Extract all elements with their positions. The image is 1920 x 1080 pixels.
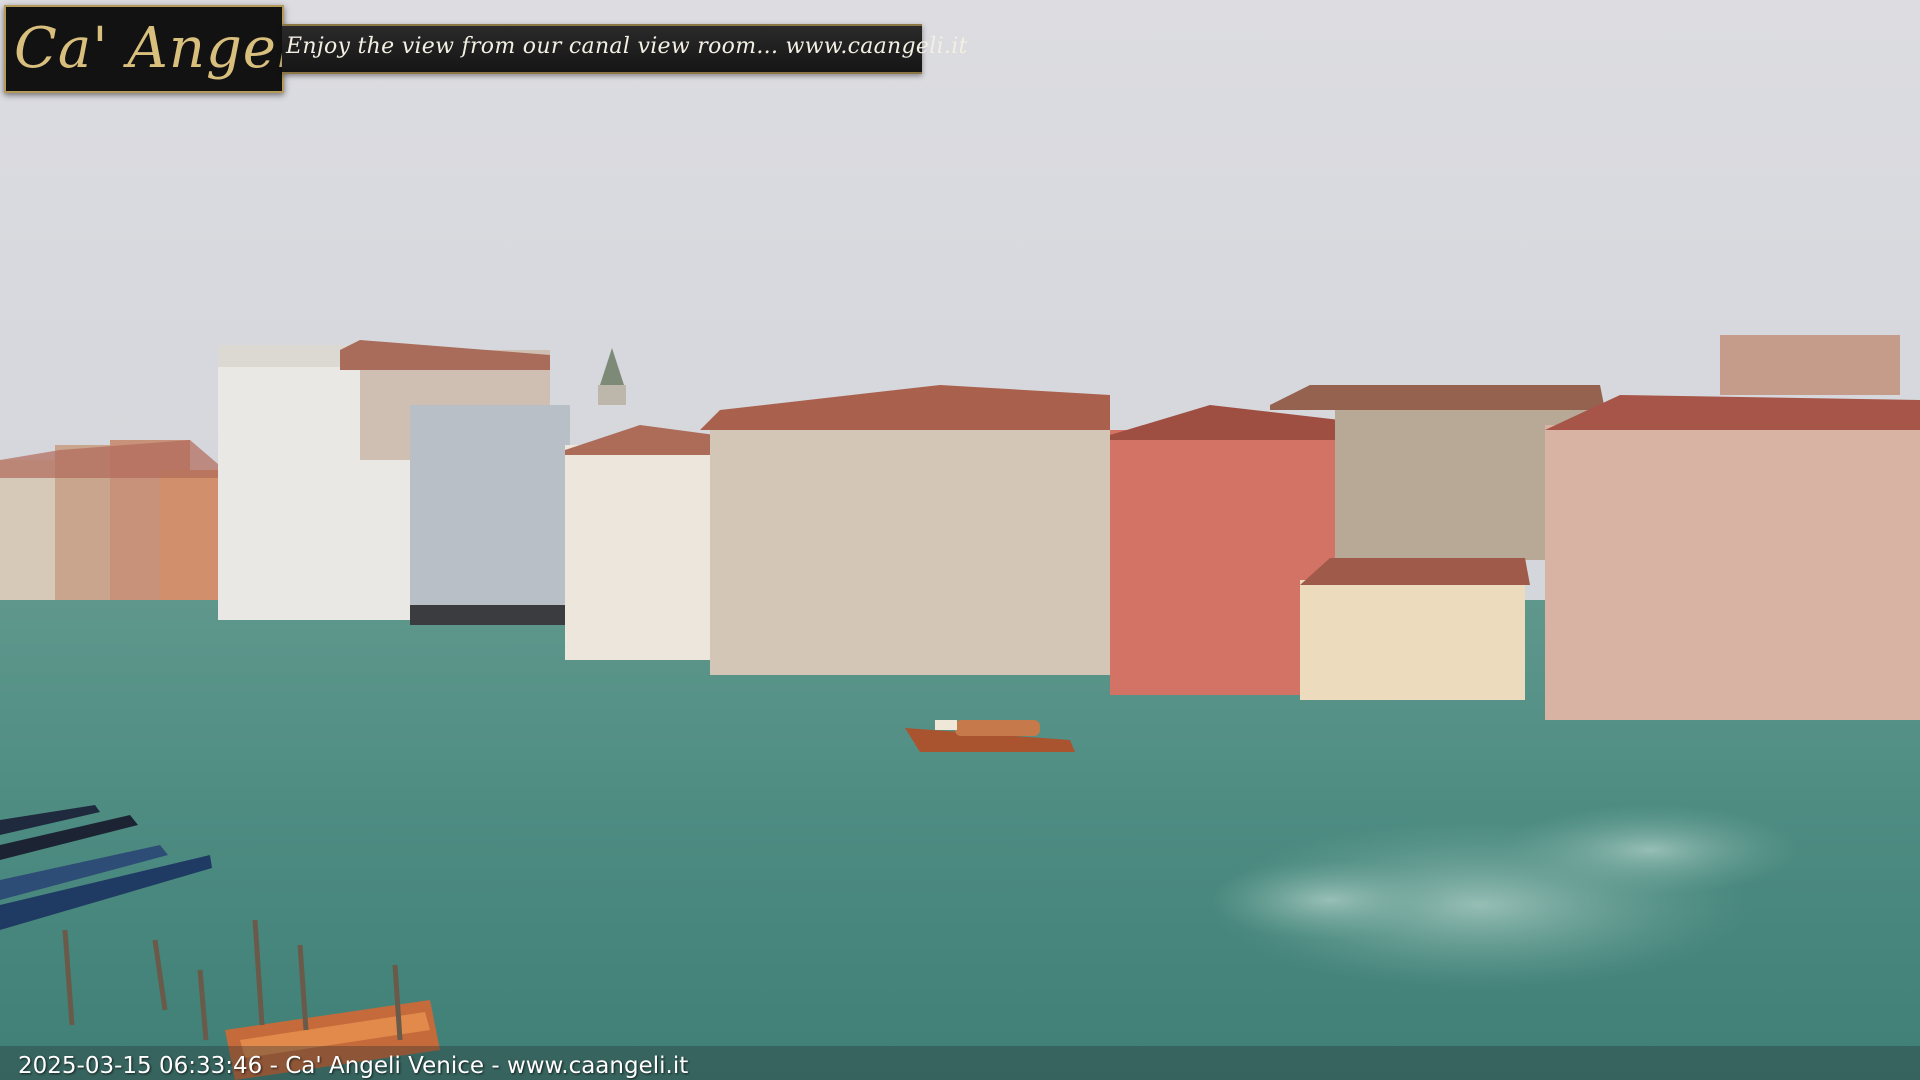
logo-text: Ca' Angeli <box>14 16 315 81</box>
hotel-logo: Ca' Angeli <box>4 5 315 93</box>
white-gothic-palazzo <box>565 425 715 660</box>
cream-building <box>1300 558 1530 700</box>
footer-url: www.caangeli.it <box>506 1053 689 1079</box>
tagline-text: Enjoy the view from our canal view room.… <box>286 34 968 59</box>
separator: - <box>262 1053 286 1079</box>
stone-palazzo <box>700 385 1110 675</box>
far-left-buildings <box>0 440 225 600</box>
footer-overlay: 2025-03-15 06:33:46 - Ca' Angeli Venice … <box>0 1046 1920 1080</box>
footer-name: Ca' Angeli Venice <box>285 1053 485 1079</box>
separator: - <box>484 1053 507 1079</box>
timestamp: 2025-03-15 06:33:46 <box>18 1053 263 1079</box>
scaffolding-building <box>410 405 570 620</box>
footer-caption: 2025-03-15 06:33:46 - Ca' Angeli Venice … <box>18 1053 688 1079</box>
canal-scene <box>0 0 1920 1080</box>
tagline-strip: Enjoy the view from our canal view room.… <box>282 24 967 74</box>
header-banner: Ca' Angeli Enjoy the view from our canal… <box>0 0 967 100</box>
